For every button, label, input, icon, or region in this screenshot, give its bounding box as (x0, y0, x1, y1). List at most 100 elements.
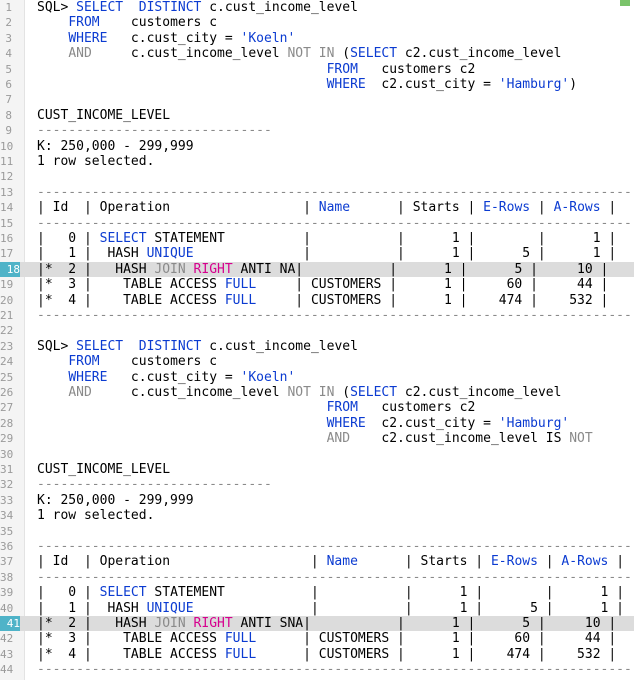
code-line[interactable]: 33 K: 250,000 - 299,999 (0, 493, 634, 508)
code-token: RIGHT (193, 261, 233, 277)
line-number: 33 (0, 493, 14, 507)
code-text: |* 3 | TABLE ACCESS FULL | CUSTOMERS | 1… (37, 277, 608, 292)
code-token: c2.cust_income_level (397, 46, 562, 62)
code-line[interactable]: 24 FROM customers c (0, 354, 634, 369)
code-token: FULL (224, 631, 257, 647)
code-text: 1 row selected. (37, 508, 154, 523)
code-token: SELECT (99, 231, 147, 246)
code-line[interactable]: 23 SQL> SELECT DISTINCT c.cust_income_lev… (0, 339, 634, 354)
code-token: customers c2 (357, 61, 476, 77)
code-text: | 1 | HASH UNIQUE | | 1 | 5 | 1 | (37, 246, 616, 261)
code-token: ANTI NA| | 1 | 5 | 10 | (232, 261, 609, 277)
line-number: 6 (5, 78, 12, 91)
code-token: c.cust_income_level (91, 385, 288, 400)
code-token: | Id | Operation | (37, 554, 327, 570)
code-token: A-Rows (561, 554, 609, 570)
code-token: ( (334, 46, 351, 62)
code-token: SELECT (76, 0, 124, 15)
line-number: 22 (0, 324, 14, 338)
code-line[interactable]: 2 FROM customers c (0, 15, 634, 30)
code-line[interactable]: 39 | 0 | SELECT STATEMENT | | 1 | | 1 | (0, 585, 634, 600)
code-line[interactable]: 11 1 row selected. (0, 154, 634, 169)
code-line[interactable]: 29 AND c2.cust_income_level IS NOT (0, 431, 634, 446)
code-token: RIGHT (193, 616, 233, 631)
code-line[interactable]: 14 | Id | Operation | Name | Starts | E-R… (0, 200, 634, 215)
code-line[interactable]: 18 |* 2 | HASH JOIN RIGHT ANTI NA| | 1 | … (0, 261, 634, 278)
code-token: | | 1 | 5 | 1 | (193, 600, 625, 616)
code-token: AND (68, 385, 92, 400)
code-token: |* 3 | TABLE ACCESS (37, 631, 225, 647)
line-number: 1 (5, 1, 12, 14)
code-line[interactable]: 25 WHERE c.cust_city = 'Koeln' (0, 370, 634, 385)
code-line[interactable]: 30 (0, 447, 634, 462)
code-line[interactable]: 28 WHERE c2.cust_city = 'Hamburg' (0, 416, 634, 431)
code-line[interactable]: 3 WHERE c.cust_city = 'Koeln' (0, 31, 634, 46)
code-line[interactable]: 31 CUST_INCOME_LEVEL (0, 462, 634, 477)
code-line[interactable]: 7 (0, 92, 634, 107)
code-line[interactable]: 6 WHERE c2.cust_city = 'Hamburg') (0, 77, 634, 92)
code-line[interactable]: 20 |* 4 | TABLE ACCESS FULL | CUSTOMERS |… (0, 293, 634, 308)
code-token: 1 row selected. (37, 508, 155, 524)
code-token: | CUSTOMERS | 1 | 474 | 532 | (256, 646, 617, 662)
line-number: 43 (0, 647, 14, 661)
line-number: 42 (0, 632, 14, 646)
code-token: ----------------------------------------… (37, 215, 632, 231)
code-line[interactable]: 17 | 1 | HASH UNIQUE | | 1 | 5 | 1 | (0, 246, 634, 261)
code-text: ----------------------------------------… (37, 185, 632, 200)
code-token: SQL> (37, 0, 77, 15)
code-line[interactable]: 1 SQL> SELECT DISTINCT c.cust_income_leve… (0, 0, 634, 15)
code-line[interactable]: 27 FROM customers c2 (0, 400, 634, 415)
code-token: ------------------------------ (37, 477, 272, 493)
code-line[interactable]: 44 --------------------------------------… (0, 662, 634, 677)
code-line[interactable]: 15 --------------------------------------… (0, 216, 634, 231)
code-token: AND (68, 46, 92, 62)
code-line[interactable]: 22 (0, 323, 634, 338)
code-line[interactable]: 5 FROM customers c2 (0, 62, 634, 77)
code-line[interactable]: 34 1 row selected. (0, 508, 634, 523)
code-line[interactable]: 32 ------------------------------ (0, 477, 634, 492)
code-line[interactable]: 40 | 1 | HASH UNIQUE | | 1 | 5 | 1 | (0, 601, 634, 616)
code-token: | CUSTOMERS | 1 | 474 | 532 | (256, 292, 609, 308)
code-token: | Starts | (350, 200, 484, 216)
code-text: | 1 | HASH UNIQUE | | 1 | 5 | 1 | (37, 601, 624, 616)
code-line[interactable]: 8 CUST_INCOME_LEVEL (0, 108, 634, 123)
code-line[interactable]: 4 AND c.cust_income_level NOT IN (SELECT… (0, 46, 634, 61)
code-text: |* 3 | TABLE ACCESS FULL | CUSTOMERS | 1… (37, 631, 616, 646)
code-line[interactable]: 13 --------------------------------------… (0, 185, 634, 200)
code-token: | (600, 200, 617, 216)
code-line[interactable]: 38 --------------------------------------… (0, 570, 634, 585)
code-text: ------------------------------ (37, 477, 272, 492)
code-token: | (530, 200, 554, 216)
code-token: DISTINCT (138, 338, 202, 354)
code-token: AND (326, 431, 351, 447)
code-line[interactable]: 37 | Id | Operation | Name | Starts | E-R… (0, 554, 634, 569)
code-token: | | 1 | 5 | 1 | (193, 246, 617, 262)
code-line[interactable]: 43 |* 4 | TABLE ACCESS FULL | CUSTOMERS |… (0, 647, 634, 662)
code-line[interactable]: 10 K: 250,000 - 299,999 (0, 139, 634, 154)
code-token: UNIQUE (146, 246, 194, 262)
code-line[interactable]: 36 --------------------------------------… (0, 539, 634, 554)
code-text: CUST_INCOME_LEVEL (37, 462, 170, 477)
code-line[interactable]: 26 AND c.cust_income_level NOT IN (SELEC… (0, 385, 634, 400)
code-line[interactable]: 19 |* 3 | TABLE ACCESS FULL | CUSTOMERS |… (0, 277, 634, 292)
code-line[interactable]: 42 |* 3 | TABLE ACCESS FULL | CUSTOMERS |… (0, 631, 634, 646)
code-line[interactable]: 12 (0, 169, 634, 184)
code-token: c.cust_income_level (201, 0, 358, 15)
line-number: 37 (0, 555, 14, 569)
code-token: FULL (224, 292, 257, 308)
line-number: 24 (0, 355, 14, 369)
code-line[interactable]: 41 |* 2 | HASH JOIN RIGHT ANTI SNA| | 1 |… (0, 616, 634, 632)
code-line[interactable]: 21 --------------------------------------… (0, 308, 634, 323)
code-line[interactable]: 35 (0, 524, 634, 539)
code-text: |* 4 | TABLE ACCESS FULL | CUSTOMERS | 1… (37, 293, 608, 308)
code-token: | (537, 554, 562, 570)
line-number: 32 (0, 478, 14, 492)
code-line[interactable]: 9 ------------------------------ (0, 123, 634, 138)
code-line[interactable]: 16 | 0 | SELECT STATEMENT | | 1 | | 1 | (0, 231, 634, 246)
code-token: UNIQUE (146, 600, 194, 616)
code-token: 1 row selected. (37, 154, 155, 169)
